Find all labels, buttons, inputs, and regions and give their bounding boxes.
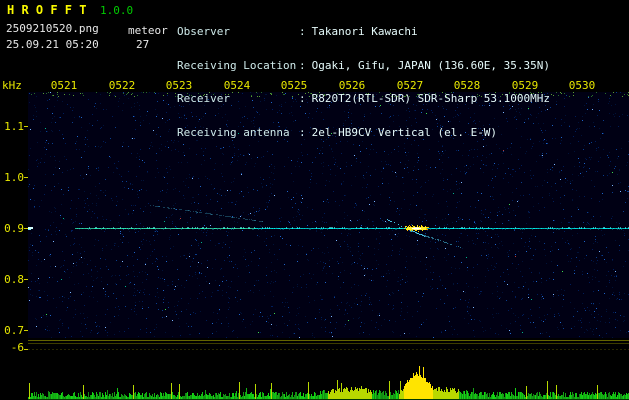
info-label-antenna: Receiving antenna <box>177 125 290 139</box>
freq-tick-0.8: 0.8 <box>4 273 24 286</box>
freq-tick-0.7: 0.7 <box>4 324 24 337</box>
time-tick-0529: 0529 <box>511 79 539 92</box>
time-tick-0530: 0530 <box>568 79 596 92</box>
info-row-receiver: Receiver : R820T2(RTL-SDR) SDR-Sharp 53.… <box>177 93 550 105</box>
time-tick-0522: 0522 <box>108 79 136 92</box>
app-version: 1.0.0 <box>100 4 134 17</box>
freq-tick-1.1: 1.1 <box>4 120 24 133</box>
info-label-observer: Observer <box>177 25 230 38</box>
output-filename: 2509210520.png <box>6 22 99 35</box>
time-tick-0528: 0528 <box>453 79 481 92</box>
meteor-count: 27 <box>136 38 150 51</box>
info-row-location: Receiving Location : Ogaki, Gifu, JAPAN … <box>177 60 550 72</box>
info-colon: : <box>299 125 306 139</box>
info-value-receiver: R820T2(RTL-SDR) SDR-Sharp 53.1000MHz <box>311 92 551 105</box>
info-value-antenna: 2el-HB9CV Vertical (el. E-W) <box>311 125 498 139</box>
info-label-location: Receiving Location <box>177 58 297 72</box>
info-colon: : <box>299 25 306 38</box>
time-tick-0523: 0523 <box>165 79 193 92</box>
mode-label: meteor <box>128 24 168 37</box>
info-colon: : <box>299 58 306 72</box>
time-tick-0524: 0524 <box>223 79 251 92</box>
info-value-location: Ogaki, Gifu, JAPAN (136.60E, 35.35N) <box>311 58 551 72</box>
freq-tick-0.9: 0.9 <box>4 222 24 235</box>
info-value-observer: Takanori Kawachi <box>311 25 418 38</box>
timestamp: 25.09.21 05:20 <box>6 38 99 51</box>
time-tick-0525: 0525 <box>280 79 308 92</box>
info-row-antenna: Receiving antenna : 2el-HB9CV Vertical (… <box>177 127 550 139</box>
info-colon: : <box>299 92 306 105</box>
info-row-observer: Observer : Takanori Kawachi <box>177 26 550 38</box>
info-label-receiver: Receiver <box>177 92 230 105</box>
time-tick-0527: 0527 <box>396 79 424 92</box>
freq-axis-unit-label: kHz <box>2 79 22 92</box>
freq-tick-1.0: 1.0 <box>4 171 24 184</box>
hrofft-window: H R O F F T 1.0.0 2509210520.png meteor … <box>0 0 629 400</box>
level-tick-label: -6 <box>10 341 24 354</box>
app-title: H R O F F T <box>7 3 87 17</box>
time-tick-0521: 0521 <box>50 79 78 92</box>
time-tick-0526: 0526 <box>338 79 366 92</box>
